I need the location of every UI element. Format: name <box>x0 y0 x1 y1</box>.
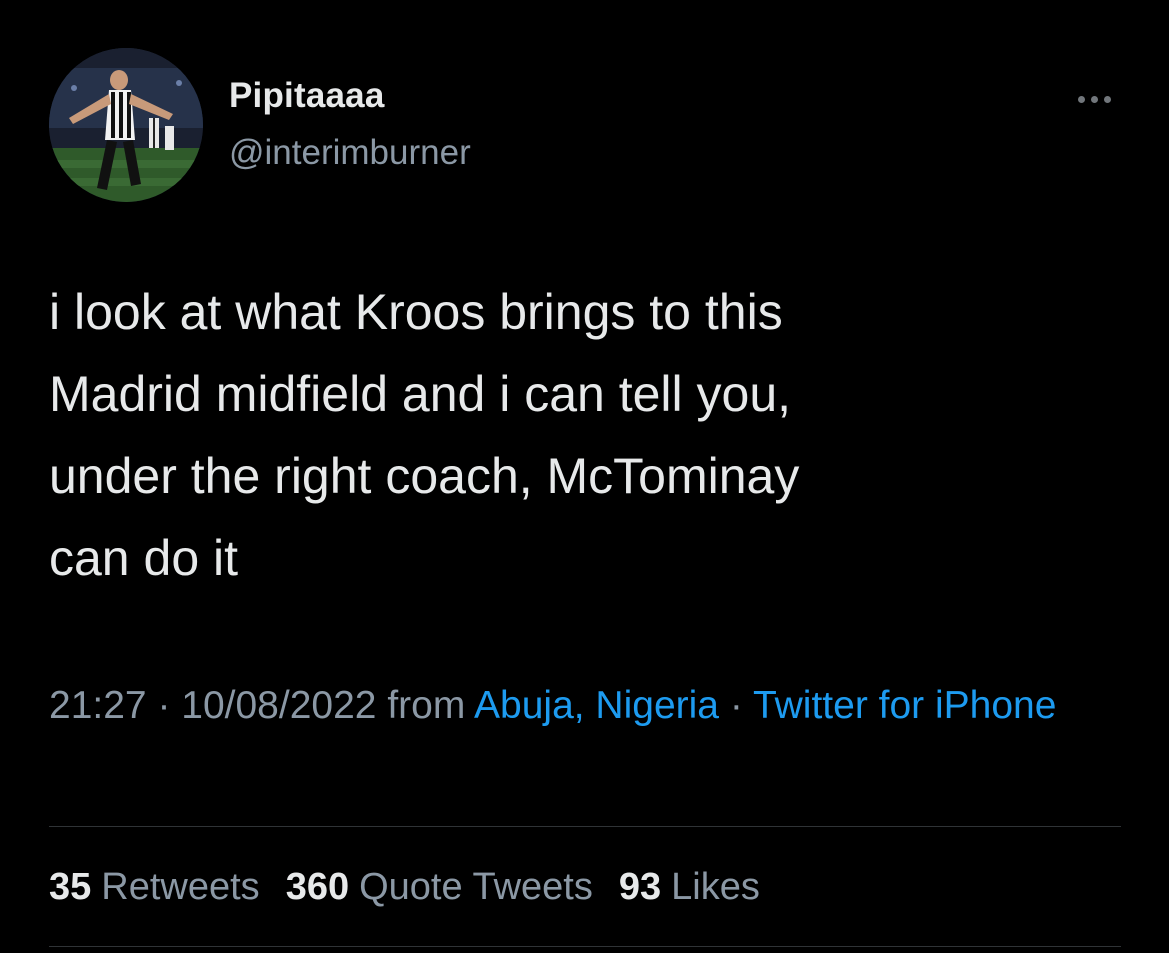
more-dots-icon <box>1090 95 1098 103</box>
tweet-text: i look at what Kroos brings to this Madr… <box>49 284 800 586</box>
tweet-metadata: 21:27 · 10/08/2022 from Abuja, Nigeria ·… <box>49 677 1129 735</box>
likes-count: 93 <box>618 866 662 908</box>
retweets-label: Retweets <box>101 866 260 908</box>
tweet-time[interactable]: 21:27 <box>49 684 147 727</box>
retweets-stat[interactable]: 35 Retweets <box>49 862 260 912</box>
location-link[interactable]: Abuja, Nigeria <box>474 684 719 727</box>
quote-tweets-label: Quote Tweets <box>359 866 593 908</box>
avatar-photo <box>49 48 203 202</box>
source-link[interactable]: Twitter for iPhone <box>753 684 1056 727</box>
user-handle[interactable]: @interimburner <box>229 133 471 173</box>
quote-tweets-count: 360 <box>285 866 350 908</box>
divider <box>49 946 1121 947</box>
avatar[interactable] <box>49 48 203 202</box>
divider <box>49 826 1121 827</box>
more-dots-icon <box>1077 95 1085 103</box>
retweets-count: 35 <box>49 866 92 908</box>
engagement-stats: 35 Retweets 360 Quote Tweets 93 Likes <box>49 862 760 912</box>
tweet-detail: Pipitaaaa @interimburner i look at what … <box>0 0 1169 953</box>
meta-separator: · <box>146 684 182 727</box>
likes-stat[interactable]: 93 Likes <box>619 862 760 912</box>
meta-separator: · <box>718 684 753 727</box>
quote-tweets-stat[interactable]: 360 Quote Tweets <box>286 862 593 912</box>
more-options-button[interactable] <box>1068 86 1120 112</box>
likes-label: Likes <box>671 866 760 908</box>
tweet-date[interactable]: 10/08/2022 <box>181 684 376 727</box>
display-name[interactable]: Pipitaaaa <box>229 76 385 116</box>
from-label: from <box>376 684 475 727</box>
more-dots-icon <box>1103 95 1111 103</box>
